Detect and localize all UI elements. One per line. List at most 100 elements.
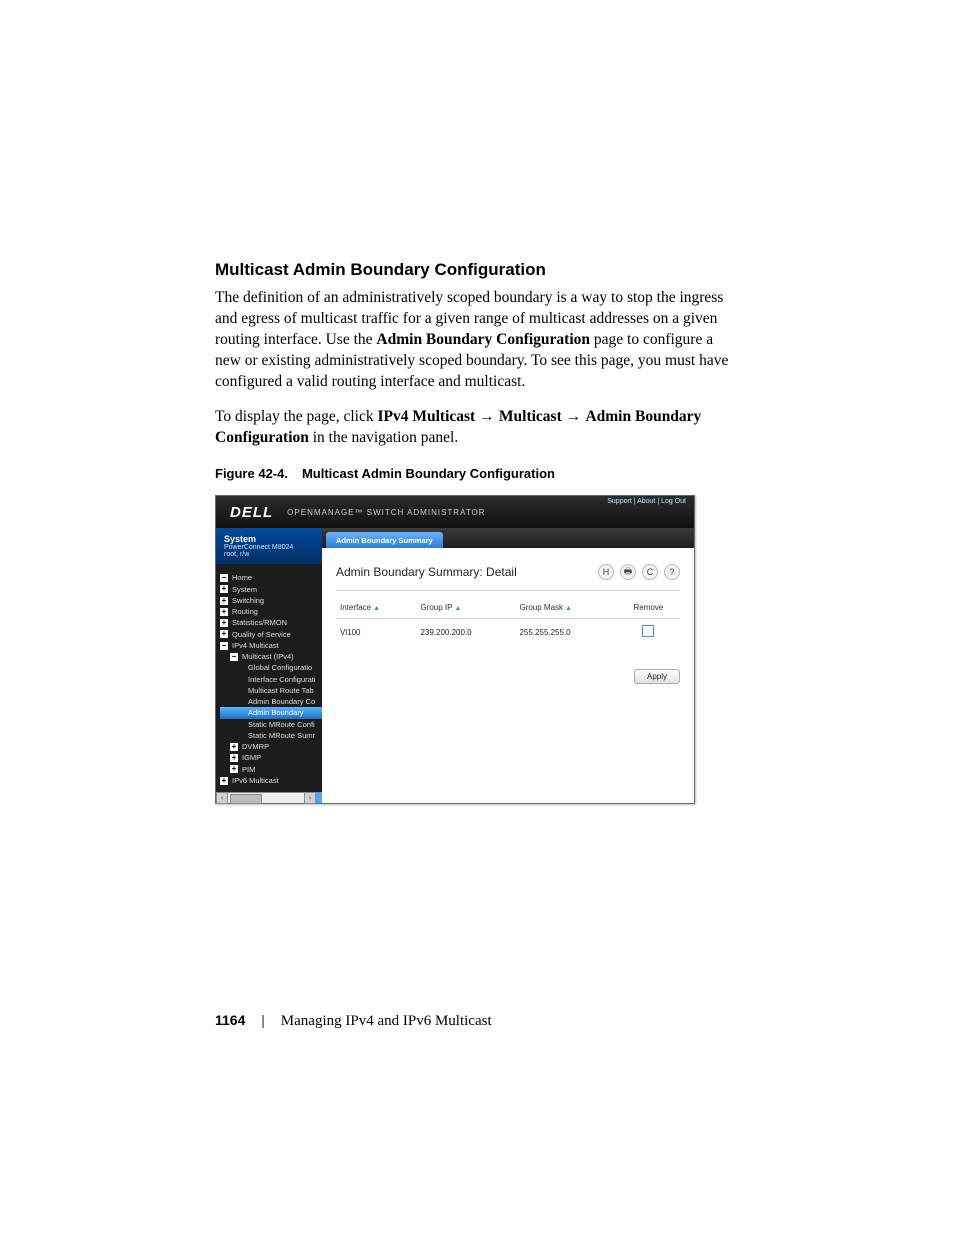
expand-icon[interactable]: + bbox=[220, 630, 228, 638]
remove-checkbox[interactable] bbox=[642, 625, 654, 637]
nav-admin-boundary-summary[interactable]: Admin Boundary bbox=[220, 707, 322, 718]
scrollbar-thumb[interactable] bbox=[230, 794, 262, 804]
text: in the navigation panel. bbox=[309, 429, 458, 446]
nav-stats[interactable]: + Statistics/RMON bbox=[220, 617, 322, 628]
product-title: OPENMANAGE™ SWITCH ADMINISTRATOR bbox=[287, 508, 485, 517]
nav-static-mroute-summary[interactable]: Static MRoute Sumr bbox=[220, 730, 322, 741]
sidebar-scrollbar[interactable]: ‹ › bbox=[216, 792, 322, 803]
nav-label: Quality of Service bbox=[232, 629, 291, 640]
nav-ipv6-multicast[interactable]: + IPv6 Multicast bbox=[220, 775, 322, 786]
nav-label: IPv4 Multicast bbox=[232, 640, 279, 651]
nav-dvmrp[interactable]: + DVMRP bbox=[220, 741, 322, 752]
table-row: Vl100 239.200.200.0 255.255.255.0 bbox=[336, 619, 680, 646]
arrow-icon: → bbox=[566, 408, 586, 425]
nav-label: Routing bbox=[232, 606, 258, 617]
panel-title: Admin Boundary Summary: Detail bbox=[336, 565, 517, 579]
nav-multicast-ipv4[interactable]: −Multicast (IPv4) bbox=[220, 651, 322, 662]
nav-static-mroute-config[interactable]: Static MRoute Confi bbox=[220, 719, 322, 730]
paragraph-1: The definition of an administratively sc… bbox=[215, 288, 739, 393]
refresh-icon[interactable]: C bbox=[642, 564, 658, 580]
system-user: root, r/w bbox=[224, 551, 316, 558]
expand-icon[interactable]: + bbox=[220, 777, 228, 785]
nav-label: Admin Boundary bbox=[248, 707, 303, 718]
cell-group-ip: 239.200.200.0 bbox=[416, 619, 515, 646]
expand-icon[interactable]: + bbox=[230, 754, 238, 762]
paragraph-2: To display the page, click IPv4 Multicas… bbox=[215, 407, 739, 449]
tab-admin-boundary-summary[interactable]: Admin Boundary Summary bbox=[326, 532, 443, 548]
nav-global-config[interactable]: Global Configuratio bbox=[220, 662, 322, 673]
col-group-ip[interactable]: Group IP▲ bbox=[416, 597, 515, 619]
nav-label: Statistics/RMON bbox=[232, 617, 287, 628]
arrow-icon: → bbox=[479, 408, 499, 425]
nav-label: Multicast Route Tab bbox=[248, 685, 314, 696]
help-icon[interactable]: ? bbox=[664, 564, 680, 580]
bold-term: Admin Boundary Configuration bbox=[376, 331, 590, 348]
nav-admin-boundary-config[interactable]: Admin Boundary Co bbox=[220, 696, 322, 707]
nav-label: Switching bbox=[232, 595, 264, 606]
text: To display the page, click bbox=[215, 408, 377, 425]
nav-label: Static MRoute Sumr bbox=[248, 730, 315, 741]
nav-system[interactable]: + System bbox=[220, 584, 322, 595]
nav-label: PIM bbox=[242, 764, 255, 775]
cell-group-mask: 255.255.255.0 bbox=[515, 619, 616, 646]
col-interface[interactable]: Interface▲ bbox=[336, 597, 416, 619]
content-area: Admin Boundary Summary Admin Boundary Su… bbox=[322, 528, 694, 803]
expand-icon[interactable]: + bbox=[220, 608, 228, 616]
nav-routing[interactable]: + Routing bbox=[220, 606, 322, 617]
apply-button[interactable]: Apply bbox=[634, 669, 680, 684]
sort-icon[interactable]: ▲ bbox=[454, 605, 461, 612]
page-number: 1164 bbox=[215, 1012, 245, 1028]
nav-ipv4-multicast[interactable]: −IPv4 Multicast bbox=[220, 640, 322, 651]
collapse-icon[interactable]: − bbox=[220, 642, 228, 650]
page-footer: 1164 | Managing IPv4 and IPv6 Multicast bbox=[215, 1012, 492, 1030]
figure-title: Multicast Admin Boundary Configuration bbox=[302, 466, 555, 481]
figure-caption: Figure 42-4. Multicast Admin Boundary Con… bbox=[215, 466, 739, 481]
header-links[interactable]: Support | About | Log Out bbox=[607, 498, 686, 505]
print-icon[interactable]: 🖶 bbox=[620, 564, 636, 580]
nav-label: System bbox=[232, 584, 257, 595]
sort-icon[interactable]: ▲ bbox=[373, 605, 380, 612]
expand-icon[interactable]: + bbox=[230, 765, 238, 773]
cell-remove bbox=[617, 619, 680, 646]
nav-label: IPv6 Multicast bbox=[232, 775, 279, 786]
nav-qos[interactable]: + Quality of Service bbox=[220, 629, 322, 640]
col-remove: Remove bbox=[617, 597, 680, 619]
nav-label: Static MRoute Confi bbox=[248, 719, 315, 730]
scroll-left-icon[interactable]: ‹ bbox=[216, 792, 228, 804]
section-heading: Multicast Admin Boundary Configuration bbox=[215, 260, 739, 280]
app-header: DELL OPENMANAGE™ SWITCH ADMINISTRATOR Su… bbox=[216, 496, 694, 528]
expand-icon[interactable]: + bbox=[220, 585, 228, 593]
tab-strip: Admin Boundary Summary bbox=[322, 528, 694, 548]
scroll-right-icon[interactable]: › bbox=[304, 792, 316, 804]
figure-number: Figure 42-4. bbox=[215, 466, 288, 481]
system-label: System bbox=[224, 534, 316, 544]
sidebar: System PowerConnect M8024 root, r/w −Hom… bbox=[216, 528, 322, 803]
sort-icon[interactable]: ▲ bbox=[565, 605, 572, 612]
nav-switching[interactable]: + Switching bbox=[220, 595, 322, 606]
nav-mroute-table[interactable]: Multicast Route Tab bbox=[220, 685, 322, 696]
nav-label: Home bbox=[232, 572, 252, 583]
collapse-icon[interactable]: − bbox=[230, 653, 238, 661]
panel-header: Admin Boundary Summary: Detail H 🖶 C ? bbox=[336, 564, 680, 580]
nav-pim[interactable]: + PIM bbox=[220, 764, 322, 775]
save-icon[interactable]: H bbox=[598, 564, 614, 580]
expand-icon[interactable]: + bbox=[220, 597, 228, 605]
nav-igmp[interactable]: + IGMP bbox=[220, 752, 322, 763]
collapse-icon[interactable]: − bbox=[220, 574, 228, 582]
expand-icon[interactable]: + bbox=[230, 743, 238, 751]
nav-label: Admin Boundary Co bbox=[248, 696, 315, 707]
nav-label: Multicast (IPv4) bbox=[242, 651, 294, 662]
system-info: System PowerConnect M8024 root, r/w bbox=[216, 528, 322, 564]
nav-label: DVMRP bbox=[242, 741, 269, 752]
brand-logo: DELL bbox=[230, 504, 273, 521]
expand-icon[interactable]: + bbox=[220, 619, 228, 627]
nav-interface-config[interactable]: Interface Configurati bbox=[220, 674, 322, 685]
system-model: PowerConnect M8024 bbox=[224, 544, 316, 551]
nav-label: IGMP bbox=[242, 752, 261, 763]
col-group-mask[interactable]: Group Mask▲ bbox=[515, 597, 616, 619]
nav-home[interactable]: −Home bbox=[220, 572, 322, 583]
footer-separator: | bbox=[261, 1012, 265, 1028]
nav-tree: −Home +System +Switching +Routing +Stati… bbox=[216, 564, 322, 792]
scrollbar-track[interactable] bbox=[228, 793, 304, 803]
nav-label: Interface Configurati bbox=[248, 674, 316, 685]
